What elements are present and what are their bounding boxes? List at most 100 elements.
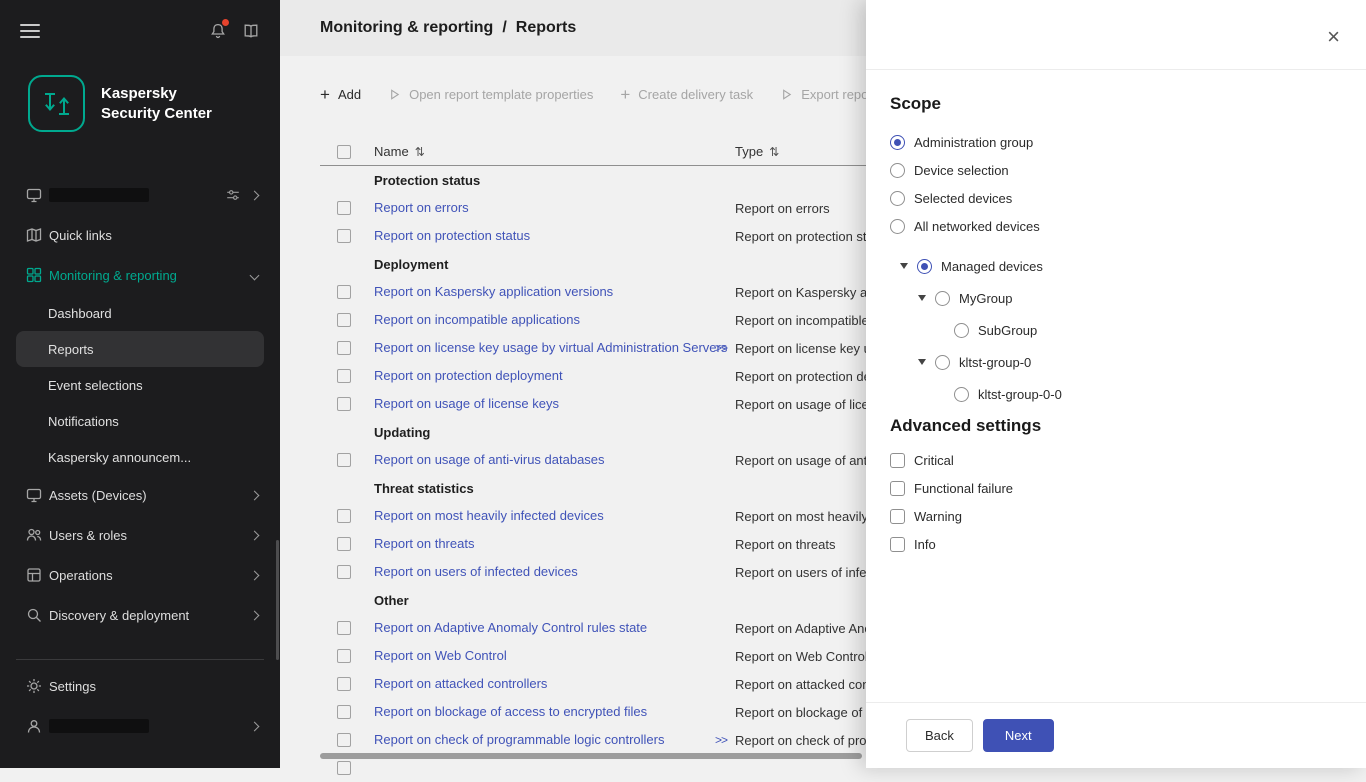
sidebar-subitem-notifications[interactable]: Notifications xyxy=(16,403,264,439)
sidebar-item-server[interactable] xyxy=(0,175,280,215)
horizontal-scrollbar[interactable] xyxy=(320,753,862,759)
expand-marker[interactable]: >> xyxy=(715,733,727,747)
close-icon[interactable]: × xyxy=(1327,26,1340,48)
sidebar-item-monitoring-reporting[interactable]: Monitoring & reporting xyxy=(0,255,280,295)
row-checkbox[interactable] xyxy=(337,649,351,663)
report-link[interactable]: Report on most heavily infected devices xyxy=(374,508,604,523)
radio-button[interactable] xyxy=(954,387,969,402)
radio-button[interactable] xyxy=(890,135,905,150)
checkbox[interactable] xyxy=(890,453,905,468)
select-all-checkbox[interactable] xyxy=(337,145,351,159)
sidebar-item-assets[interactable]: Assets (Devices) xyxy=(0,475,280,515)
radio-button[interactable] xyxy=(954,323,969,338)
report-link[interactable]: Report on attacked controllers xyxy=(374,676,547,691)
tree-expander-icon[interactable] xyxy=(900,263,908,269)
row-checkbox[interactable] xyxy=(337,229,351,243)
report-link[interactable]: Report on usage of license keys xyxy=(374,396,559,411)
users-icon xyxy=(25,526,43,544)
row-checkbox[interactable] xyxy=(337,453,351,467)
report-link[interactable]: Report on threats xyxy=(374,536,474,551)
radio-button[interactable] xyxy=(935,291,950,306)
row-checkbox[interactable] xyxy=(337,341,351,355)
server-switch-icon[interactable] xyxy=(225,187,241,203)
sidebar-scrollbar[interactable] xyxy=(276,540,279,660)
severity-option-label: Info xyxy=(914,537,936,552)
report-link[interactable]: Report on Adaptive Anomaly Control rules… xyxy=(374,620,647,635)
tree-node-label: kltst-group-0-0 xyxy=(978,387,1062,402)
report-link[interactable]: Report on Web Control xyxy=(374,648,507,663)
sidebar-item-users-roles[interactable]: Users & roles xyxy=(0,515,280,555)
row-check-cell xyxy=(320,201,374,215)
sidebar-divider xyxy=(16,659,264,660)
chevron-right-icon xyxy=(250,721,260,731)
row-checkbox[interactable] xyxy=(337,369,351,383)
sidebar-item-quick-links[interactable]: Quick links xyxy=(0,215,280,255)
report-link[interactable]: Report on usage of anti-virus databases xyxy=(374,452,605,467)
sidebar-subitem-dashboard[interactable]: Dashboard xyxy=(16,295,264,331)
row-checkbox[interactable] xyxy=(337,313,351,327)
report-link[interactable]: Report on protection status xyxy=(374,228,530,243)
row-checkbox[interactable] xyxy=(337,537,351,551)
tree-expander-icon[interactable] xyxy=(918,295,926,301)
help-book-icon[interactable] xyxy=(242,22,260,40)
sidebar-item-discovery-deployment[interactable]: Discovery & deployment xyxy=(0,595,280,635)
radio-button[interactable] xyxy=(890,163,905,178)
sort-icon[interactable]: ⇅ xyxy=(769,145,779,159)
notifications-bell-icon[interactable] xyxy=(209,22,227,40)
row-name-cell: Report on usage of anti-virus databases xyxy=(374,451,735,469)
column-header-name[interactable]: Name ⇅ xyxy=(374,144,735,159)
radio-button[interactable] xyxy=(890,191,905,206)
tree-expander-icon[interactable] xyxy=(918,359,926,365)
row-checkbox[interactable] xyxy=(337,397,351,411)
back-button[interactable]: Back xyxy=(906,719,973,752)
report-link[interactable]: Report on errors xyxy=(374,200,469,215)
report-link[interactable]: Report on users of infected devices xyxy=(374,564,578,579)
sidebar-item-account[interactable] xyxy=(0,706,280,746)
row-name-cell: Report on incompatible applications xyxy=(374,311,735,329)
sort-icon[interactable]: ⇅ xyxy=(415,145,425,159)
report-link[interactable]: Report on Kaspersky application versions xyxy=(374,284,613,299)
report-link[interactable]: Report on incompatible applications xyxy=(374,312,580,327)
row-checkbox[interactable] xyxy=(337,201,351,215)
search-icon xyxy=(25,606,43,624)
monitoring-subnav: DashboardReportsEvent selectionsNotifica… xyxy=(0,295,280,475)
report-link[interactable]: Report on protection deployment xyxy=(374,368,563,383)
toolbar-button-add[interactable]: +Add xyxy=(320,86,361,103)
page-title: Reports xyxy=(516,19,576,37)
expand-marker[interactable]: >> xyxy=(715,341,727,355)
radio-button[interactable] xyxy=(917,259,932,274)
sidebar-item-operations[interactable]: Operations xyxy=(0,555,280,595)
row-checkbox[interactable] xyxy=(337,705,351,719)
row-checkbox[interactable] xyxy=(337,509,351,523)
row-checkbox[interactable] xyxy=(337,733,351,747)
hamburger-menu-icon[interactable] xyxy=(20,24,40,38)
row-check-cell xyxy=(320,537,374,551)
row-check-cell xyxy=(320,733,374,747)
sidebar-subitem-reports[interactable]: Reports xyxy=(16,331,264,367)
toolbar-button-export-report[interactable]: Export report xyxy=(780,87,876,102)
row-checkbox[interactable] xyxy=(337,565,351,579)
toolbar-button-create-delivery-task[interactable]: +Create delivery task xyxy=(620,86,753,103)
row-checkbox[interactable] xyxy=(337,761,351,775)
row-check-cell xyxy=(320,509,374,523)
row-checkbox[interactable] xyxy=(337,677,351,691)
sidebar-item-settings[interactable]: Settings xyxy=(0,666,280,706)
severity-option-info: Info xyxy=(890,530,1342,558)
toolbar-button-open-report-template-properties[interactable]: Open report template properties xyxy=(388,87,593,102)
report-link[interactable]: Report on blockage of access to encrypte… xyxy=(374,704,647,719)
scope-option-label: Selected devices xyxy=(914,191,1012,206)
sidebar-subitem-event-selections[interactable]: Event selections xyxy=(16,367,264,403)
next-button[interactable]: Next xyxy=(983,719,1054,752)
notification-badge xyxy=(222,19,229,26)
report-link[interactable]: Report on license key usage by virtual A… xyxy=(374,340,727,355)
row-checkbox[interactable] xyxy=(337,621,351,635)
report-link[interactable]: Report on check of programmable logic co… xyxy=(374,732,664,747)
radio-button[interactable] xyxy=(935,355,950,370)
breadcrumb-parent[interactable]: Monitoring & reporting xyxy=(320,19,493,37)
checkbox[interactable] xyxy=(890,509,905,524)
checkbox[interactable] xyxy=(890,481,905,496)
row-checkbox[interactable] xyxy=(337,285,351,299)
checkbox[interactable] xyxy=(890,537,905,552)
radio-button[interactable] xyxy=(890,219,905,234)
sidebar-subitem-kaspersky-announcem[interactable]: Kaspersky announcem... xyxy=(16,439,264,475)
